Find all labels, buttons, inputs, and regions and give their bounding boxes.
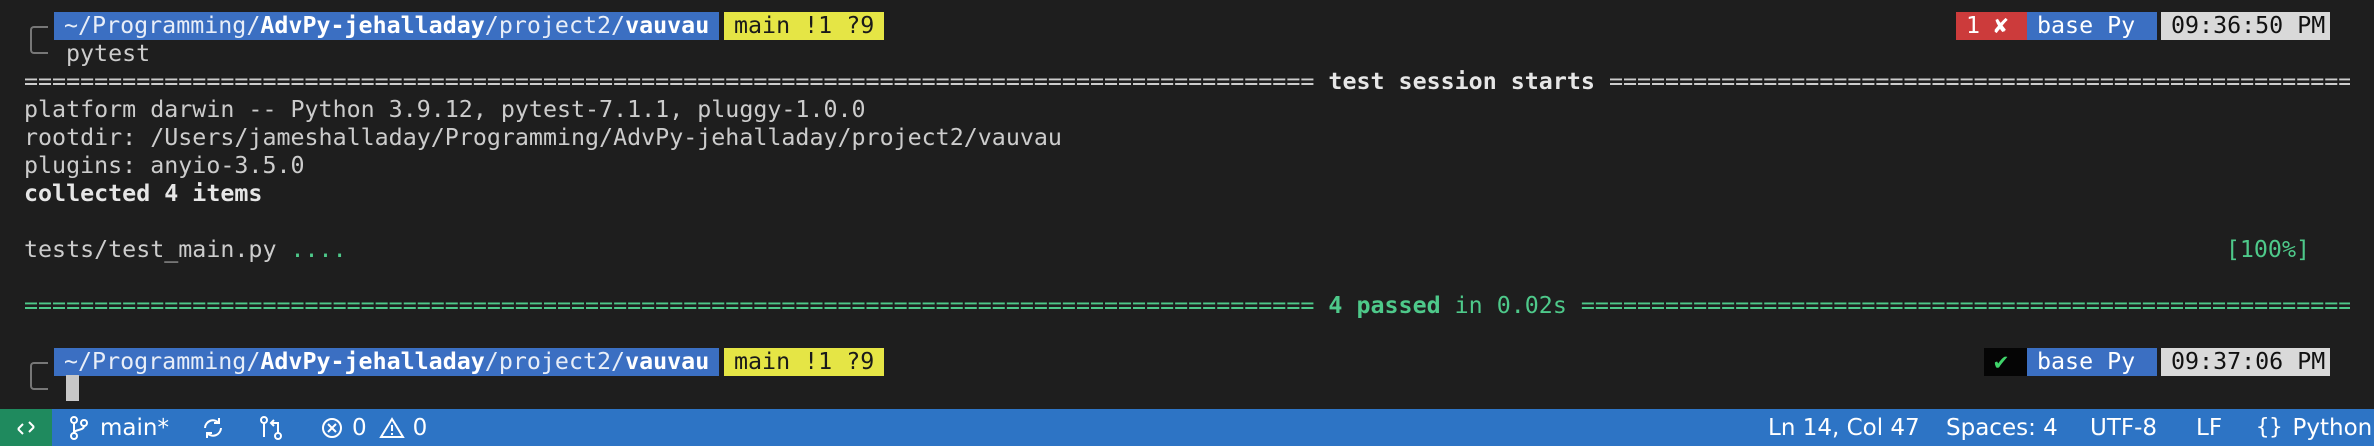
cursor-position[interactable]: Ln 14, Col 47 <box>1768 409 1920 446</box>
rootdir-line: rootdir: /Users/jameshalladay/Programmin… <box>24 124 1062 151</box>
problems-indicator[interactable]: 0 0 <box>320 409 427 446</box>
summary-line: ========================================… <box>24 292 2350 319</box>
remote-indicator[interactable] <box>0 409 52 446</box>
prompt-bracket-bottom <box>30 32 48 54</box>
branch-name: main* <box>100 414 169 441</box>
prompt-time: 09:37:06 PM <box>2161 348 2330 376</box>
error-icon <box>322 417 342 438</box>
prompt-environment: base Py <box>2027 12 2157 40</box>
test-result-line: tests/test_main.py .... [100%] <box>24 236 2350 264</box>
platform-line: platform darwin -- Python 3.9.12, pytest… <box>24 96 866 123</box>
remote-icon <box>17 420 35 435</box>
prompt-git-status: main !1 ?9 <box>724 348 885 376</box>
git-compare-icon <box>260 415 282 440</box>
prompt-exit-status: ✔ <box>1984 348 2027 376</box>
prompt-git-status: main !1 ?9 <box>724 12 885 40</box>
branch-indicator[interactable]: main* <box>68 409 169 446</box>
encoding[interactable]: UTF-8 <box>2090 409 2157 446</box>
plugins-line: plugins: anyio-3.5.0 <box>24 152 305 179</box>
terminal-panel[interactable]: ~/Programming/AdvPy-jehalladay/project2/… <box>0 0 2374 409</box>
git-branch-icon <box>70 415 88 440</box>
warning-count: 0 <box>412 414 428 441</box>
command-line: pytest <box>66 40 2350 68</box>
prompt-exit-status: 1 ✘ <box>1956 12 2027 40</box>
prompt-directory: ~/Programming/AdvPy-jehalladay/project2/… <box>54 12 720 40</box>
command-text: pytest <box>66 40 151 67</box>
prompt-bracket-bottom <box>30 368 48 390</box>
status-bar: main* 0 0 Ln 14, Col 47 Spaces: 4 UTF-8 … <box>0 409 2374 446</box>
pull-request-button[interactable] <box>258 409 284 446</box>
prompt-line-2: ~/Programming/AdvPy-jehalladay/project2/… <box>0 348 2374 386</box>
language-mode[interactable]: {} Python <box>2256 409 2372 446</box>
test-dots: .... <box>290 236 347 263</box>
sync-button[interactable] <box>200 409 226 446</box>
braces-icon: {} <box>2256 415 2283 440</box>
end-of-line[interactable]: LF <box>2196 409 2222 446</box>
prompt-directory: ~/Programming/AdvPy-jehalladay/project2/… <box>54 348 720 376</box>
session-header: ========================================… <box>24 68 2350 95</box>
prompt-environment: base Py <box>2027 348 2157 376</box>
warning-icon <box>378 416 405 438</box>
test-file: tests/test_main.py <box>24 236 291 263</box>
prompt-line-1: ~/Programming/AdvPy-jehalladay/project2/… <box>0 12 2374 50</box>
collected-line: collected 4 items <box>24 180 263 207</box>
indentation[interactable]: Spaces: 4 <box>1946 409 2058 446</box>
language-name: Python <box>2292 414 2373 441</box>
test-percent: [100%] <box>2225 236 2310 263</box>
sync-icon <box>204 417 222 438</box>
terminal-cursor <box>66 375 79 401</box>
error-count: 0 <box>352 414 367 441</box>
prompt-time: 09:36:50 PM <box>2161 12 2330 40</box>
